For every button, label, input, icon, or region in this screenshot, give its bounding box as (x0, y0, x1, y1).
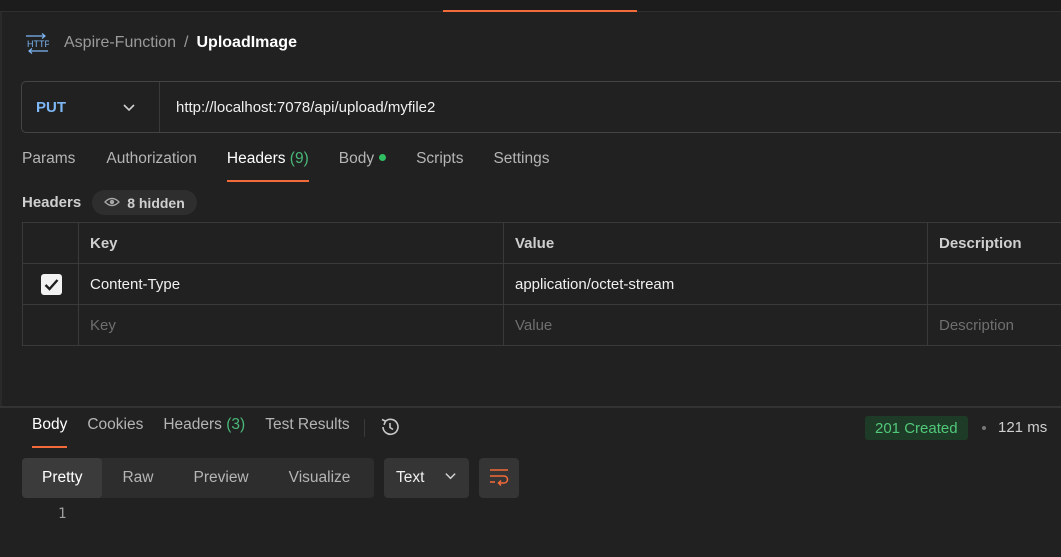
view-visualize-button[interactable]: Visualize (269, 458, 371, 498)
hidden-count-label: 8 hidden (127, 194, 185, 211)
tab-response-body[interactable]: Body (32, 416, 68, 448)
column-header-description: Description (927, 222, 1061, 264)
key-input[interactable]: Key (78, 304, 504, 346)
tab-scripts[interactable]: Scripts (416, 150, 463, 182)
history-icon[interactable] (379, 416, 401, 438)
tabs-separator (363, 419, 365, 437)
tab-label: Headers (163, 416, 222, 433)
url-bar: PUT http://localhost:7078/api/upload/myf… (21, 81, 1061, 133)
row-checkbox[interactable] (41, 273, 62, 295)
url-input[interactable]: http://localhost:7078/api/upload/myfile2 (160, 99, 435, 116)
view-mode-group: Pretty Raw Preview Visualize (22, 458, 374, 498)
view-raw-button[interactable]: Raw (102, 458, 173, 498)
tab-count: (9) (289, 150, 309, 167)
chevron-down-icon (122, 100, 136, 114)
table-header-row: Key Value Description (22, 222, 1061, 264)
http-icon: HTTP (24, 30, 50, 56)
breadcrumb-separator: / (184, 34, 189, 51)
format-select-label: Text (396, 469, 425, 486)
format-select[interactable]: Text (384, 458, 469, 498)
tab-settings[interactable]: Settings (493, 150, 549, 182)
headers-title: Headers (22, 194, 82, 211)
tab-params[interactable]: Params (22, 150, 75, 182)
header-key-cell[interactable]: Content-Type (78, 263, 504, 305)
table-row: Content-Type application/octet-stream (22, 263, 1061, 305)
tab-count: (3) (226, 416, 246, 433)
column-header-value: Value (503, 222, 928, 264)
body-indicator-dot (379, 154, 387, 162)
column-header-key: Key (78, 222, 504, 264)
status-separator-dot (982, 426, 986, 430)
eye-icon (104, 195, 121, 211)
column-header-select (22, 222, 79, 264)
wrap-lines-icon (488, 466, 510, 490)
view-preview-button[interactable]: Preview (174, 458, 269, 498)
empty-checkbox-cell (22, 304, 79, 346)
tab-label: Scripts (416, 150, 464, 167)
tab-test-results[interactable]: Test Results (265, 416, 349, 448)
left-edge-divider (0, 12, 2, 408)
value-input[interactable]: Value (503, 304, 928, 346)
active-tab-indicator (443, 10, 637, 12)
breadcrumb-parent[interactable]: Aspire-Function (64, 34, 176, 52)
checkmark-icon (44, 278, 59, 291)
method-label: PUT (36, 98, 66, 116)
tab-label: Headers (226, 150, 286, 167)
tab-headers[interactable]: Headers (9) (226, 150, 309, 182)
header-value-cell[interactable]: application/octet-stream (503, 263, 928, 305)
description-input[interactable]: Description (927, 304, 1061, 346)
tab-label: Body (338, 150, 375, 167)
hidden-headers-toggle[interactable]: 8 hidden (92, 190, 197, 215)
tab-label: Params (22, 150, 76, 167)
response-tabs: Body Cookies Headers (3) Test Results (32, 416, 401, 448)
response-time[interactable]: 121 ms (998, 419, 1047, 436)
chevron-down-icon (444, 469, 457, 487)
method-select[interactable]: PUT (22, 82, 160, 132)
status-badge[interactable]: 201 Created (865, 416, 968, 440)
row-checkbox-cell (22, 263, 79, 305)
tab-label: Test Results (265, 416, 350, 433)
tab-label: Cookies (87, 416, 144, 433)
tab-cookies[interactable]: Cookies (87, 416, 143, 448)
tab-body[interactable]: Body (338, 150, 387, 182)
headers-toolbar: Headers 8 hidden (22, 190, 197, 215)
wrap-lines-button[interactable] (479, 458, 519, 498)
response-pane-divider[interactable] (0, 406, 1061, 408)
tab-label: Settings (493, 150, 550, 167)
request-name[interactable]: UploadImage (197, 34, 297, 52)
table-row-empty: Key Value Description (22, 304, 1061, 346)
tab-response-headers[interactable]: Headers (3) (163, 416, 245, 448)
tab-authorization[interactable]: Authorization (106, 150, 196, 182)
header-description-cell[interactable] (927, 263, 1061, 305)
line-number: 1 (58, 506, 67, 522)
tab-label: Body (32, 416, 68, 433)
svg-text:HTTP: HTTP (27, 39, 49, 49)
request-tabs: Params Authorization Headers (9) Body Sc… (22, 150, 549, 182)
headers-table: Key Value Description Content-Type appli… (22, 222, 1061, 346)
breadcrumb: HTTP Aspire-Function / UploadImage (24, 30, 297, 56)
view-pretty-button[interactable]: Pretty (22, 458, 103, 498)
tab-label: Authorization (106, 150, 197, 167)
